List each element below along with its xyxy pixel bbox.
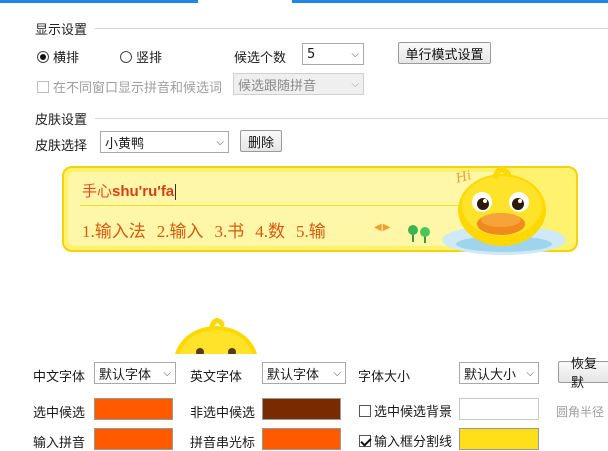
candidate-count-select[interactable]: 5 ⌵ [302, 43, 364, 65]
pinyin-prefix: 手心 [82, 182, 113, 200]
radio-horizontal[interactable]: 横排 [37, 47, 79, 66]
checkbox-checked-icon [359, 434, 371, 447]
separate-window-label: 在不同窗口显示拼音和候选词 [53, 81, 223, 96]
candidate-count-label: 候选个数 [234, 51, 287, 66]
pinyin-typed: shu'ru'fa [112, 183, 175, 200]
selected-bg-label: 选中候选背景 [374, 405, 453, 420]
pinyin-caret [175, 183, 177, 200]
selected-candidate-color[interactable] [94, 398, 173, 420]
selected-bg-color[interactable] [459, 398, 539, 420]
font-size-select[interactable]: 默认大小 ⌵ [459, 362, 539, 384]
chevron-down-icon: ⌵ [351, 48, 359, 60]
section-divider [95, 118, 608, 119]
tab-indicator-left [0, 0, 198, 3]
chinese-font-label: 中文字体 [33, 370, 86, 385]
corner-radius-label: 圆角半径 [556, 405, 605, 419]
delete-skin-button[interactable]: 删除 [240, 130, 282, 152]
section-divider [95, 28, 608, 29]
font-size-value: 默认大小 [464, 367, 517, 383]
skin-settings-title: 皮肤设置 [35, 109, 94, 128]
chevron-down-icon: ⌵ [333, 367, 341, 379]
duck-peek-icon [175, 318, 257, 354]
candidate-1: 1.输入法 [82, 222, 146, 241]
unselected-candidate-color[interactable] [262, 398, 341, 420]
input-pinyin-color[interactable] [94, 428, 173, 450]
chinese-font-select[interactable]: 默认字体 ⌵ [94, 362, 176, 384]
skin-preview: 手心shu'ru'fa 1.输入法 2.输入 3.书 4.数 5.输 ◀▶ Hi [62, 166, 578, 255]
divider-checkbox[interactable]: 输入框分割线 [359, 431, 452, 450]
radio-vertical[interactable]: 竖排 [120, 47, 162, 66]
radio-horizontal-label: 横排 [53, 51, 80, 66]
radio-off-icon [120, 50, 132, 63]
chevron-down-icon: ⌵ [351, 78, 359, 90]
divider-label: 输入框分割线 [374, 435, 453, 450]
follow-pinyin-value: 候选跟随拼音 [238, 78, 317, 94]
preview-divider-line [80, 205, 480, 206]
candidate-4: 4.数 [255, 222, 285, 241]
candidate-5: 5.输 [296, 222, 326, 241]
radio-vertical-label: 竖排 [136, 51, 163, 66]
pinyin-cursor-label: 拼音串光标 [190, 436, 256, 451]
skin-select[interactable]: 小黄鸭 ⌵ [100, 131, 229, 153]
divider-color[interactable] [459, 428, 539, 450]
input-pinyin-label: 输入拼音 [33, 436, 86, 451]
english-font-select[interactable]: 默认字体 ⌵ [262, 362, 346, 384]
english-font-value: 默认字体 [267, 367, 320, 383]
tab-indicator-right [292, 0, 608, 3]
duck-mascot-icon [442, 166, 566, 255]
preview-candidates: 1.输入法 2.输入 3.书 4.数 5.输 [82, 217, 337, 242]
candidate-2: 2.输入 [156, 222, 204, 241]
separate-window-checkbox[interactable]: 在不同窗口显示拼音和候选词 [37, 77, 222, 96]
candidate-3: 3.书 [214, 222, 245, 241]
font-size-label: 字体大小 [358, 370, 411, 385]
skin-value: 小黄鸭 [105, 136, 145, 152]
pinyin-cursor-color[interactable] [262, 428, 341, 450]
chinese-font-value: 默认字体 [99, 367, 152, 383]
checkbox-icon [359, 404, 371, 417]
chevron-down-icon: ⌵ [526, 367, 534, 379]
selected-candidate-label: 选中候选 [33, 406, 86, 421]
restore-default-button[interactable]: 恢复默 [558, 357, 608, 391]
follow-pinyin-select[interactable]: 候选跟随拼音 ⌵ [233, 73, 364, 95]
unselected-candidate-label: 非选中候选 [190, 406, 256, 421]
candidate-count-value: 5 [307, 46, 316, 62]
preview-pinyin: 手心shu'ru'fa [82, 180, 177, 201]
skin-select-label: 皮肤选择 [35, 139, 88, 154]
display-settings-title: 显示设置 [35, 19, 94, 38]
chevron-down-icon: ⌵ [216, 136, 224, 148]
checkbox-icon [37, 80, 49, 93]
page-arrows-icon: ◀▶ [374, 222, 392, 233]
english-font-label: 英文字体 [190, 370, 243, 385]
radio-on-icon [37, 50, 49, 63]
selected-bg-checkbox[interactable]: 选中候选背景 [359, 401, 452, 420]
single-line-mode-button[interactable]: 单行模式设置 [398, 42, 491, 64]
chevron-down-icon: ⌵ [163, 367, 171, 379]
